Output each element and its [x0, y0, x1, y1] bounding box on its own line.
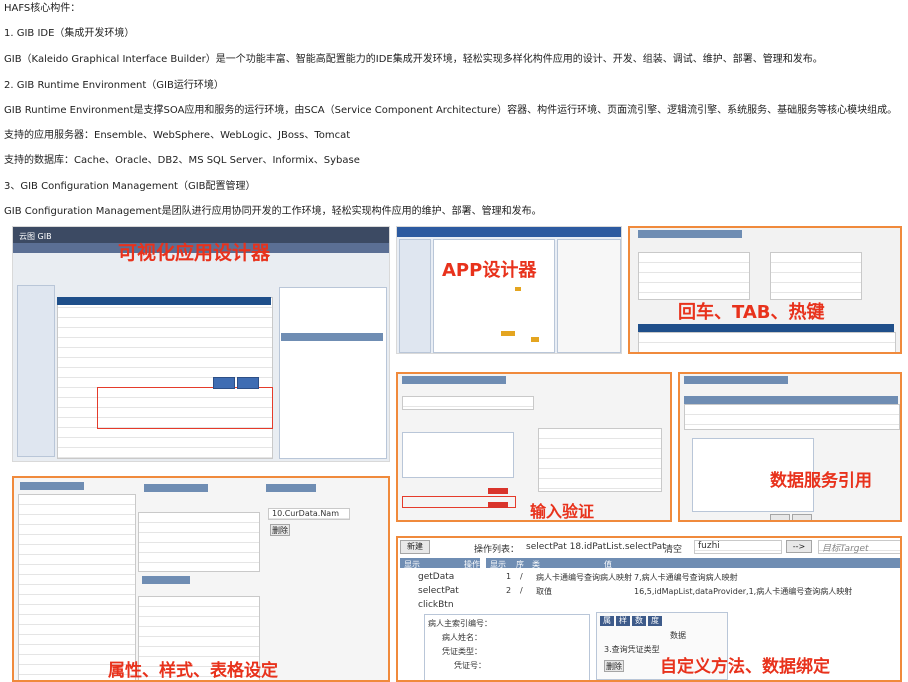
data-service-cancel[interactable] [792, 514, 812, 520]
designer-button-1[interactable] [213, 377, 235, 389]
properties-list-left [18, 494, 136, 680]
section-3-heading: 3、GIB Configuration Management（GIB配置管理） [4, 181, 256, 192]
methods-header-op: 操作 [464, 560, 480, 569]
form-certno-label: 凭证号： [454, 661, 486, 670]
section-1-description: GIB（Kaleido Graphical Interface Builder）… [4, 54, 823, 65]
page-title: HAFS核心构件： [4, 3, 81, 14]
method-clickbtn[interactable]: clickBtn [418, 600, 454, 610]
binding-tab-b[interactable]: 样 [616, 616, 630, 626]
app-designer-toolbox [399, 239, 431, 353]
ops-row1-seq: 1 [506, 572, 512, 581]
hotkeys-screenshot [628, 226, 902, 354]
validation-error-tip [488, 488, 508, 494]
ops-col-type: 类 [532, 560, 540, 569]
designer-properties-header [281, 333, 383, 341]
validation-dialog [402, 432, 514, 478]
ops-row2-type: / [520, 586, 523, 595]
target-placeholder: 目标Target [822, 544, 869, 554]
caption-custom-binding: 自定义方法、数据绑定 [660, 657, 830, 677]
ops-table-header [486, 558, 900, 568]
hotkeys-list-left [638, 252, 750, 300]
designer-app-title: 云图 GIB [19, 232, 52, 241]
arrow-button[interactable]: --> [786, 540, 812, 553]
form-id-label: 病人主索引编号： [428, 619, 492, 628]
properties-tabs-left [20, 482, 84, 490]
data-service-toolbar [684, 376, 788, 384]
form-cert-label: 凭证类型： [442, 647, 482, 656]
section-1-heading: 1. GIB IDE（集成开发环境） [4, 28, 135, 39]
validation-top-row [402, 396, 534, 410]
binding-data-label: 数据 [670, 631, 686, 640]
binding-cert-value: 3.查询凭证类型 [604, 645, 660, 654]
binding-tab-d[interactable]: 度 [648, 616, 662, 626]
screenshot-collage: 云图 GIB 可视化应用设计器 APP设计器 回车、TAB、热键 输入验证 数据… [10, 226, 904, 682]
fuzhi-value: fuzhi [698, 541, 720, 551]
clear-label[interactable]: 清空 [664, 542, 682, 555]
designer-grid-header [57, 297, 271, 305]
binding-tab-a[interactable]: 属 [600, 616, 614, 626]
ops-row2-text: 取值 [536, 587, 552, 596]
designer-component-tree [17, 285, 55, 457]
properties-table-mid [138, 512, 260, 572]
properties-tabs-right [266, 484, 316, 492]
hotkeys-grid [638, 332, 896, 352]
properties-cur-data: 10.CurData.Nam [272, 509, 339, 518]
app-designer-props [557, 239, 621, 353]
caption-properties: 属性、样式、表格设定 [108, 661, 278, 681]
designer-properties-panel [279, 287, 387, 459]
caption-visual-designer: 可视化应用设计器 [118, 242, 271, 264]
properties-screenshot: 10.CurData.Nam 删除 [12, 476, 390, 682]
data-service-grid [684, 404, 900, 430]
ops-row1-type: / [520, 572, 523, 581]
form-name-label: 病人姓名： [442, 633, 482, 642]
databases-line: 支持的数据库：Cache、Oracle、DB2、MS SQL Server、In… [4, 155, 360, 166]
validation-error-tip-2 [488, 502, 508, 508]
section-2-heading: 2. GIB Runtime Environment（GIB运行环境） [4, 80, 224, 91]
data-service-ok[interactable] [770, 514, 790, 520]
ops-col-value: 值 [604, 560, 612, 569]
hotkeys-tabs [638, 230, 742, 238]
section-3-description: GIB Configuration Management是团队进行应用协同开发的… [4, 206, 542, 217]
caption-data-service: 数据服务引用 [770, 471, 872, 491]
method-getdata[interactable]: getData [418, 572, 454, 582]
app-designer-screenshot [396, 226, 622, 354]
caption-input-validation: 输入验证 [530, 502, 595, 521]
hotkeys-grid-header [638, 324, 894, 332]
method-selectpat[interactable]: selectPat [418, 586, 459, 596]
caption-app-designer: APP设计器 [442, 260, 537, 281]
ops-row1-value: 7,病人卡通编号查询病人映射 [634, 573, 738, 582]
binding-delete-button[interactable]: 删除 [604, 660, 624, 672]
properties-tabs-mid2 [142, 576, 190, 584]
methods-header-show: 显示 [404, 560, 420, 569]
properties-delete-button[interactable]: 删除 [270, 524, 290, 536]
ops-col-show: 显示 [490, 560, 506, 569]
designer-button-2[interactable] [237, 377, 259, 389]
binding-new-button[interactable]: 新建 [400, 540, 430, 554]
data-service-screenshot [678, 372, 902, 522]
ops-col-seq: 序 [516, 560, 524, 569]
ops-row2-value: 16,5,idMapList,dataProvider,1,病人卡通编号查询病人… [634, 587, 853, 596]
validation-rules-table [538, 428, 662, 492]
ops-row1-text: 病人卡通编号查询病人映射 [536, 573, 632, 582]
app-designer-titlebar [397, 227, 621, 237]
app-servers-line: 支持的应用服务器：Ensemble、WebSphere、WebLogic、JBo… [4, 130, 351, 141]
ops-value: selectPat 18.idPatList.selectPat [526, 542, 666, 552]
section-2-description: GIB Runtime Environment是支撑SOA应用和服务的运行环境，… [4, 105, 898, 116]
caption-hotkeys: 回车、TAB、热键 [678, 302, 825, 323]
properties-tabs-mid [144, 484, 208, 492]
hotkeys-list-right [770, 252, 862, 300]
ops-row2-seq: 2 [506, 586, 512, 595]
validation-tabs [402, 376, 506, 384]
data-service-grid-header [684, 396, 898, 404]
binding-tab-c[interactable]: 数 [632, 616, 646, 626]
ops-label: 操作列表： [474, 545, 520, 555]
designer-selection-box [97, 387, 273, 429]
